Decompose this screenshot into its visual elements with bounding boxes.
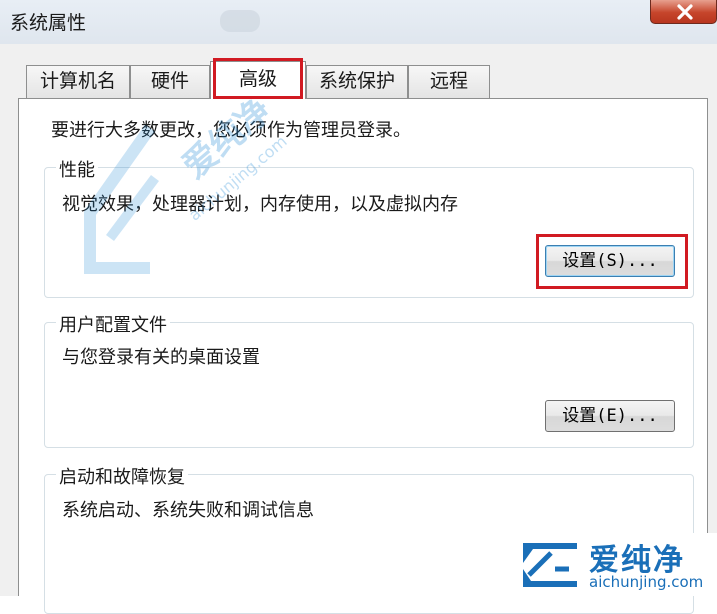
user-profiles-description: 与您登录有关的桌面设置	[62, 347, 260, 368]
user-profiles-settings-button[interactable]: 设置(E)...	[545, 400, 675, 432]
tab-computer-name[interactable]: 计算机名	[26, 65, 130, 98]
close-button[interactable]	[650, 0, 717, 24]
tab-label: 硬件	[150, 70, 189, 92]
tab-label: 系统保护	[318, 70, 395, 92]
performance-description: 视觉效果，处理器计划，内存使用，以及虚拟内存	[62, 194, 458, 215]
performance-legend: 性能	[56, 156, 98, 182]
tab-label: 远程	[429, 70, 468, 92]
logo-icon	[523, 543, 577, 587]
startup-recovery-legend: 启动和故障恢复	[56, 463, 188, 489]
tab-hardware[interactable]: 硬件	[130, 65, 210, 98]
watermark-logo: 爱纯净 aichunjing.com	[513, 533, 717, 596]
title-blur	[220, 10, 260, 32]
startup-recovery-description: 系统启动、系统失败和调试信息	[62, 500, 314, 521]
tab-remote[interactable]: 远程	[408, 65, 490, 98]
tab-highlight-box	[213, 58, 303, 99]
logo-url: aichunjing.com	[589, 573, 704, 591]
close-icon	[677, 4, 693, 20]
window-title: 系统属性	[10, 12, 87, 34]
user-profiles-legend: 用户配置文件	[56, 311, 170, 337]
admin-notice: 要进行大多数更改，您必须作为管理员登录。	[51, 120, 411, 141]
button-highlight-box	[536, 234, 688, 289]
tab-label: 计算机名	[39, 70, 116, 92]
tab-system-protection[interactable]: 系统保护	[306, 65, 408, 98]
title-bar: 系统属性	[0, 0, 717, 44]
